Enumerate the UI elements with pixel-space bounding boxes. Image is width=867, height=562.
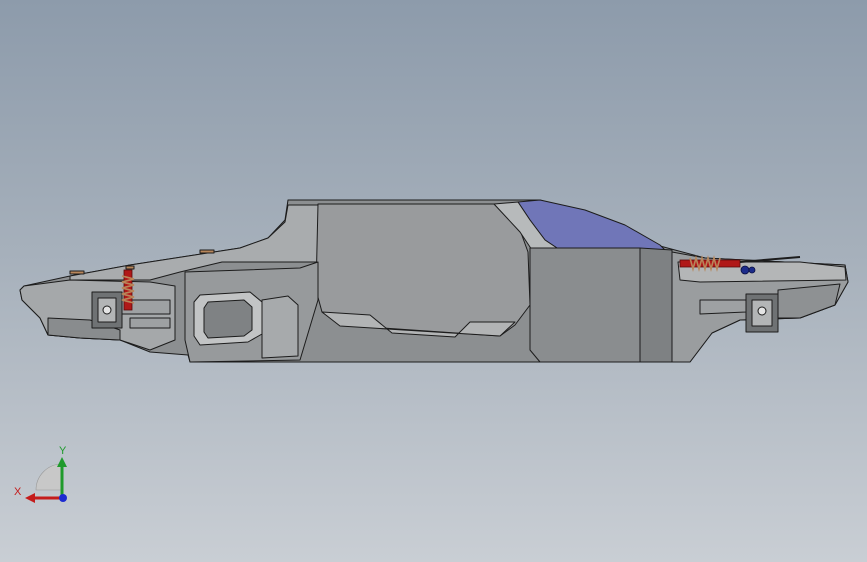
axis-triad: X Y [14,445,67,503]
rear-diffuser [777,283,841,319]
front-lower-arm-2 [129,317,171,329]
sidepod-inner [203,299,253,339]
z-axis-icon [59,494,67,502]
triad-base [35,463,63,491]
y-axis-label: Y [59,445,67,457]
rear-bulkhead [529,247,641,363]
deck-tab-1 [69,270,85,275]
deck-tab-3 [125,265,135,270]
front-hub-bolt [102,305,112,315]
chassis-model[interactable] [0,0,867,562]
x-axis-arrow-icon [25,493,35,503]
x-axis-label: X [14,486,22,498]
rear-bulkhead-side [639,247,673,363]
y-axis-arrow-icon [57,457,67,467]
graphics-viewport[interactable]: X Y [0,0,867,562]
deck-tab-2 [199,249,215,254]
sidepod-rib [261,295,299,359]
rear-hub-bolt [757,306,767,316]
rear-lower-arm [699,299,747,315]
front-coilover [121,269,135,311]
